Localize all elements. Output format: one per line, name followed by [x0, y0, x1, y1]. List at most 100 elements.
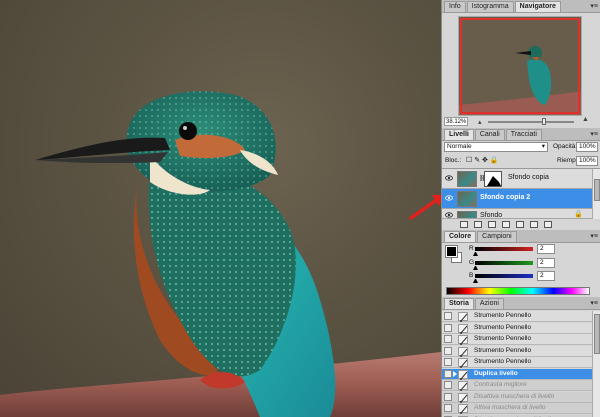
- tab-navigator[interactable]: Navigatore: [514, 1, 561, 12]
- panel-menu-icon[interactable]: ▾≡: [590, 2, 598, 10]
- document-canvas[interactable]: [0, 0, 441, 417]
- new-group-icon[interactable]: [516, 221, 524, 228]
- history-item-label: Strumento Pennello: [474, 335, 532, 342]
- history-item[interactable]: Contrasta migliore: [442, 380, 592, 391]
- channel-r-input[interactable]: 2: [537, 244, 555, 254]
- layer-name: Sfondo: [480, 212, 503, 219]
- blend-mode-value: Normale: [447, 143, 472, 150]
- brush-icon: [458, 335, 468, 345]
- channel-g-slider[interactable]: [475, 261, 533, 265]
- history-snapshot-checkbox[interactable]: [444, 381, 452, 389]
- layer-mask-thumbnail[interactable]: [484, 171, 502, 187]
- navigator-preview[interactable]: [458, 16, 582, 116]
- panels-dock: Info Istogramma Navigatore ▾≡ 38.12% ▴ ▲: [441, 0, 600, 417]
- history-item[interactable]: Strumento Pennello: [442, 311, 592, 322]
- zoom-out-icon[interactable]: ▴: [478, 118, 482, 126]
- channel-g-input[interactable]: 2: [537, 258, 555, 268]
- history-snapshot-checkbox[interactable]: [444, 369, 452, 378]
- tab-channels[interactable]: Canali: [474, 129, 505, 140]
- add-mask-icon[interactable]: [488, 221, 496, 228]
- adjustment-layer-icon[interactable]: [502, 221, 510, 228]
- tab-histogram[interactable]: Istogramma: [466, 1, 514, 12]
- history-item-label: Disattiva maschera di livello: [474, 392, 555, 400]
- zoom-input[interactable]: 38.12%: [444, 117, 468, 126]
- history-snapshot-checkbox[interactable]: [444, 346, 452, 355]
- lock-icon: 🔒: [574, 211, 583, 218]
- tab-history[interactable]: Storia: [444, 298, 474, 309]
- lock-label: Bloc.:: [445, 157, 462, 164]
- zoom-slider[interactable]: [488, 121, 574, 123]
- brush-icon: [458, 346, 468, 357]
- history-step-icon: [458, 392, 468, 403]
- history-snapshot-checkbox[interactable]: [444, 323, 452, 332]
- history-item[interactable]: Strumento Pennello: [442, 334, 592, 345]
- history-item-label: Attiva maschera di livello: [474, 404, 546, 411]
- history-item[interactable]: Strumento Pennello: [442, 345, 592, 357]
- foreground-color-swatch[interactable]: [445, 245, 458, 258]
- navigator-viewport-frame[interactable]: [460, 18, 580, 114]
- kingfisher-photo: [0, 91, 441, 417]
- history-snapshot-checkbox[interactable]: [444, 404, 452, 412]
- history-item[interactable]: Strumento Pennello: [442, 357, 592, 368]
- link-layers-icon[interactable]: [460, 221, 468, 228]
- layer-row-sfondo-copia[interactable]: ⛓ Sfondo copia: [442, 169, 592, 189]
- history-item[interactable]: Duplica livello: [442, 368, 592, 380]
- channel-r-knob[interactable]: [473, 252, 478, 256]
- fill-input[interactable]: 100%: [576, 156, 598, 166]
- trash-icon[interactable]: [544, 221, 552, 228]
- layer-row-sfondo[interactable]: Sfondo 🔒: [442, 209, 592, 219]
- zoom-slider-knob[interactable]: [542, 118, 546, 125]
- layers-panel-menu-icon[interactable]: ▾≡: [590, 130, 598, 138]
- history-item-label: Strumento Pennello: [474, 323, 532, 331]
- layer-name: Sfondo copia: [508, 174, 549, 181]
- history-item[interactable]: Attiva maschera di livello: [442, 403, 592, 414]
- history-item-label: Contrasta migliore: [474, 381, 527, 388]
- tab-layers[interactable]: Livelli: [444, 129, 474, 140]
- history-state-pointer-icon[interactable]: [453, 370, 457, 377]
- layer-row-sfondo-copia-2[interactable]: Sfondo copia 2: [442, 189, 592, 209]
- channel-b-slider[interactable]: [475, 274, 533, 278]
- lock-icons[interactable]: ☐ ✎ ✥ 🔒: [466, 156, 499, 164]
- blend-mode-select[interactable]: Normale ▾: [444, 142, 548, 152]
- chevron-down-icon: ▾: [541, 143, 545, 150]
- zoom-in-icon[interactable]: ▲: [582, 116, 589, 123]
- layer-thumbnail: [457, 211, 477, 218]
- eye-icon[interactable]: [445, 175, 453, 181]
- tab-info[interactable]: Info: [444, 1, 466, 12]
- channel-g-knob[interactable]: [473, 266, 478, 270]
- scrollbar-thumb[interactable]: [594, 179, 600, 201]
- channel-b-label: B: [469, 272, 474, 279]
- channel-g-label: G: [469, 259, 475, 266]
- color-spectrum-ramp[interactable]: [446, 287, 590, 295]
- history-item[interactable]: Strumento Pennello: [442, 322, 592, 334]
- layers-footer-toolbar: [460, 221, 552, 228]
- tab-color[interactable]: Colore: [444, 231, 477, 242]
- color-panel-menu-icon[interactable]: ▾≡: [590, 232, 598, 240]
- opacity-input[interactable]: 100%: [576, 142, 598, 152]
- history-scrollbar[interactable]: [592, 311, 600, 417]
- history-snapshot-checkbox[interactable]: [444, 392, 452, 401]
- history-item-label: Strumento Pennello: [474, 358, 532, 365]
- eye-icon[interactable]: [445, 195, 453, 201]
- history-item[interactable]: Disattiva maschera di livello: [442, 391, 592, 403]
- brush-icon: [458, 358, 468, 368]
- scrollbar-thumb[interactable]: [594, 314, 600, 354]
- channel-b-input[interactable]: 2: [537, 271, 555, 281]
- history-snapshot-checkbox[interactable]: [444, 358, 452, 366]
- history-snapshot-checkbox[interactable]: [444, 335, 452, 343]
- layers-scrollbar[interactable]: [592, 169, 600, 219]
- tab-swatches[interactable]: Campioni: [477, 231, 517, 242]
- channel-b-knob[interactable]: [473, 279, 478, 283]
- navigator-footer: 38.12% ▴ ▲: [442, 116, 600, 127]
- channel-r-slider[interactable]: [475, 247, 533, 251]
- history-panel-menu-icon[interactable]: ▾≡: [590, 299, 598, 307]
- tab-paths[interactable]: Tracciati: [505, 129, 542, 140]
- eye-icon[interactable]: [445, 212, 453, 218]
- history-snapshot-checkbox[interactable]: [444, 312, 452, 320]
- photoshop-workspace: Info Istogramma Navigatore ▾≡ 38.12% ▴ ▲: [0, 0, 600, 417]
- fx-icon[interactable]: [474, 221, 482, 228]
- history-list: Strumento Pennello Strumento Pennello Stru…: [442, 311, 600, 417]
- new-layer-icon[interactable]: [530, 221, 538, 228]
- opacity-label: Opacità:: [553, 143, 578, 150]
- tab-actions[interactable]: Azioni: [474, 298, 504, 309]
